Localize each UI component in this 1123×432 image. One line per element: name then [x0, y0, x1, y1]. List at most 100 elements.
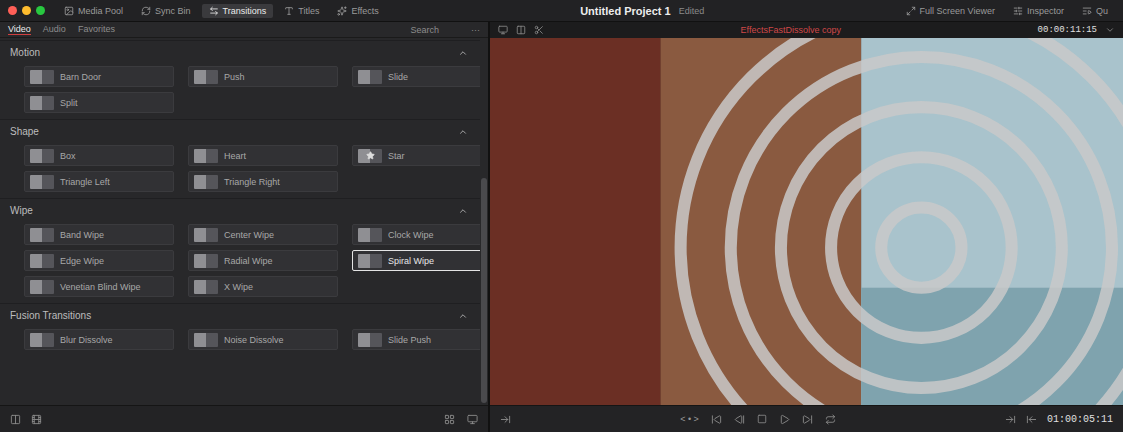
- mark-out-icon[interactable]: [1026, 414, 1037, 425]
- transition-item[interactable]: Noise Dissolve: [188, 329, 338, 350]
- panel-tab[interactable]: Audio: [43, 24, 66, 35]
- match-frame-icon[interactable]: [500, 414, 511, 425]
- transition-item[interactable]: Triangle Left: [24, 171, 174, 192]
- transition-label: Heart: [224, 151, 332, 161]
- transition-item[interactable]: Clock Wipe: [352, 224, 480, 245]
- transition-grid: Barn Door Push Slide Split: [0, 64, 480, 119]
- clip-options-icon[interactable]: [534, 25, 544, 35]
- transition-thumbnail-icon: [194, 228, 218, 242]
- transition-label: Spiral Wipe: [388, 256, 480, 266]
- transition-item[interactable]: Radial Wipe: [188, 250, 338, 271]
- section-title: Wipe: [10, 205, 33, 216]
- thumbnail-view-icon[interactable]: [467, 414, 478, 425]
- scrollbar[interactable]: [480, 38, 488, 405]
- transition-thumbnail-icon: [30, 280, 54, 294]
- viewer-options-icon[interactable]: [1105, 25, 1115, 35]
- transition-item[interactable]: Box: [24, 145, 174, 166]
- mark-in-icon[interactable]: [1005, 414, 1016, 425]
- transition-item[interactable]: Triangle Right: [188, 171, 338, 192]
- transition-label: Triangle Left: [60, 177, 168, 187]
- viewer: EffectsFastDissolve copy00:00:11:15 < • >…: [490, 22, 1123, 432]
- transition-item[interactable]: Blur Dissolve: [24, 329, 174, 350]
- transition-label: Noise Dissolve: [224, 335, 332, 345]
- transition-thumbnail-icon: [30, 70, 54, 84]
- transition-thumbnail-icon: [358, 333, 382, 347]
- viewer-mode-icon[interactable]: [498, 25, 508, 35]
- transition-thumbnail-icon: [358, 149, 382, 163]
- transition-item[interactable]: Edge Wipe: [24, 250, 174, 271]
- section-header[interactable]: Wipe: [0, 198, 480, 222]
- play-reverse-icon[interactable]: [734, 414, 745, 425]
- transition-thumbnail-icon: [194, 175, 218, 189]
- panel-toggle-icon[interactable]: [10, 414, 21, 425]
- transition-thumbnail-icon: [358, 70, 382, 84]
- transition-section: ShapeBox Heart Star Triangle Left Triangle R…: [0, 119, 480, 198]
- transitions-panel: Video Audio Favorites Search ··· MotionBarn D…: [0, 22, 490, 432]
- collapse-icon: [458, 48, 468, 58]
- toolbar-button[interactable]: Full Screen Viewer: [899, 4, 1002, 18]
- transition-item[interactable]: Barn Door: [24, 66, 174, 87]
- jog-control[interactable]: < • >: [680, 414, 699, 424]
- toolbar-icon: [1082, 6, 1092, 16]
- clip-icon[interactable]: [31, 414, 42, 425]
- toolbar-button[interactable]: Titles: [277, 4, 326, 18]
- split-view-icon[interactable]: [516, 25, 526, 35]
- transition-thumbnail-icon: [194, 149, 218, 163]
- search-button[interactable]: Search: [410, 25, 439, 35]
- transition-item[interactable]: Spiral Wipe: [352, 250, 480, 271]
- section-header[interactable]: Shape: [0, 119, 480, 143]
- skip-back-icon[interactable]: [711, 414, 722, 425]
- toolbar-icon: [1013, 6, 1023, 16]
- transition-section: Fusion TransitionsBlur Dissolve Noise Dis…: [0, 303, 480, 356]
- list-view-icon[interactable]: [52, 417, 432, 421]
- minimize-button[interactable]: [22, 6, 31, 15]
- grid-view-icon[interactable]: [444, 414, 455, 425]
- toolbar-button[interactable]: Media Pool: [57, 4, 130, 18]
- toolbar-button[interactable]: Effects: [330, 4, 385, 18]
- skip-forward-icon[interactable]: [802, 414, 813, 425]
- transition-label: Split: [60, 98, 168, 108]
- transition-thumbnail-icon: [194, 254, 218, 268]
- toolbar-button[interactable]: Qu: [1075, 4, 1115, 18]
- top-toolbar: Media Pool Sync Bin TransitionsTitles Effec…: [0, 0, 1123, 22]
- transition-item[interactable]: X Wipe: [188, 276, 338, 297]
- transition-label: Center Wipe: [224, 230, 332, 240]
- panel-tab[interactable]: Favorites: [78, 24, 115, 35]
- panel-tab[interactable]: Video: [8, 24, 31, 35]
- loop-icon[interactable]: [825, 414, 836, 425]
- transition-item[interactable]: Slide: [352, 66, 480, 87]
- toolbar-button[interactable]: Transitions: [202, 4, 274, 18]
- transition-item[interactable]: Venetian Blind Wipe: [24, 276, 174, 297]
- transition-item[interactable]: Band Wipe: [24, 224, 174, 245]
- toolbar-button[interactable]: Sync Bin: [134, 4, 198, 18]
- more-button[interactable]: ···: [471, 25, 480, 35]
- transition-item[interactable]: Slide Push: [352, 329, 480, 350]
- transition-list: MotionBarn Door Push Slide Split ShapeBox Hea…: [0, 38, 480, 405]
- viewer-header: EffectsFastDissolve copy00:00:11:15: [490, 22, 1123, 38]
- toolbar-icon: [64, 6, 74, 16]
- transition-item[interactable]: Center Wipe: [188, 224, 338, 245]
- section-header[interactable]: Motion: [0, 40, 480, 64]
- transition-label: Star: [388, 151, 480, 161]
- transition-label: Radial Wipe: [224, 256, 332, 266]
- collapse-icon: [458, 127, 468, 137]
- transition-item[interactable]: Push: [188, 66, 338, 87]
- scrollbar-thumb[interactable]: [481, 178, 487, 403]
- toolbar-icon: [337, 6, 347, 16]
- project-title: Untitled Project 1Edited: [390, 5, 895, 17]
- close-button[interactable]: [8, 6, 17, 15]
- transport-bar: < • >01:00:05:11: [490, 405, 1123, 432]
- zoom-button[interactable]: [36, 6, 45, 15]
- toolbar-icon: [209, 6, 219, 16]
- clip-name[interactable]: EffectsFastDissolve copy: [552, 25, 1030, 35]
- play-icon[interactable]: [779, 414, 790, 425]
- app-window: Media Pool Sync Bin TransitionsTitles Effec…: [0, 0, 1123, 432]
- transition-item[interactable]: Star: [352, 145, 480, 166]
- section-header[interactable]: Fusion Transitions: [0, 303, 480, 327]
- toolbar-button[interactable]: Inspector: [1006, 4, 1071, 18]
- stop-icon[interactable]: [757, 414, 767, 424]
- transition-item[interactable]: Heart: [188, 145, 338, 166]
- list-area: MotionBarn Door Push Slide Split ShapeBox Hea…: [0, 38, 488, 405]
- transition-item[interactable]: Split: [24, 92, 174, 113]
- title-text: Untitled Project 1: [580, 5, 670, 17]
